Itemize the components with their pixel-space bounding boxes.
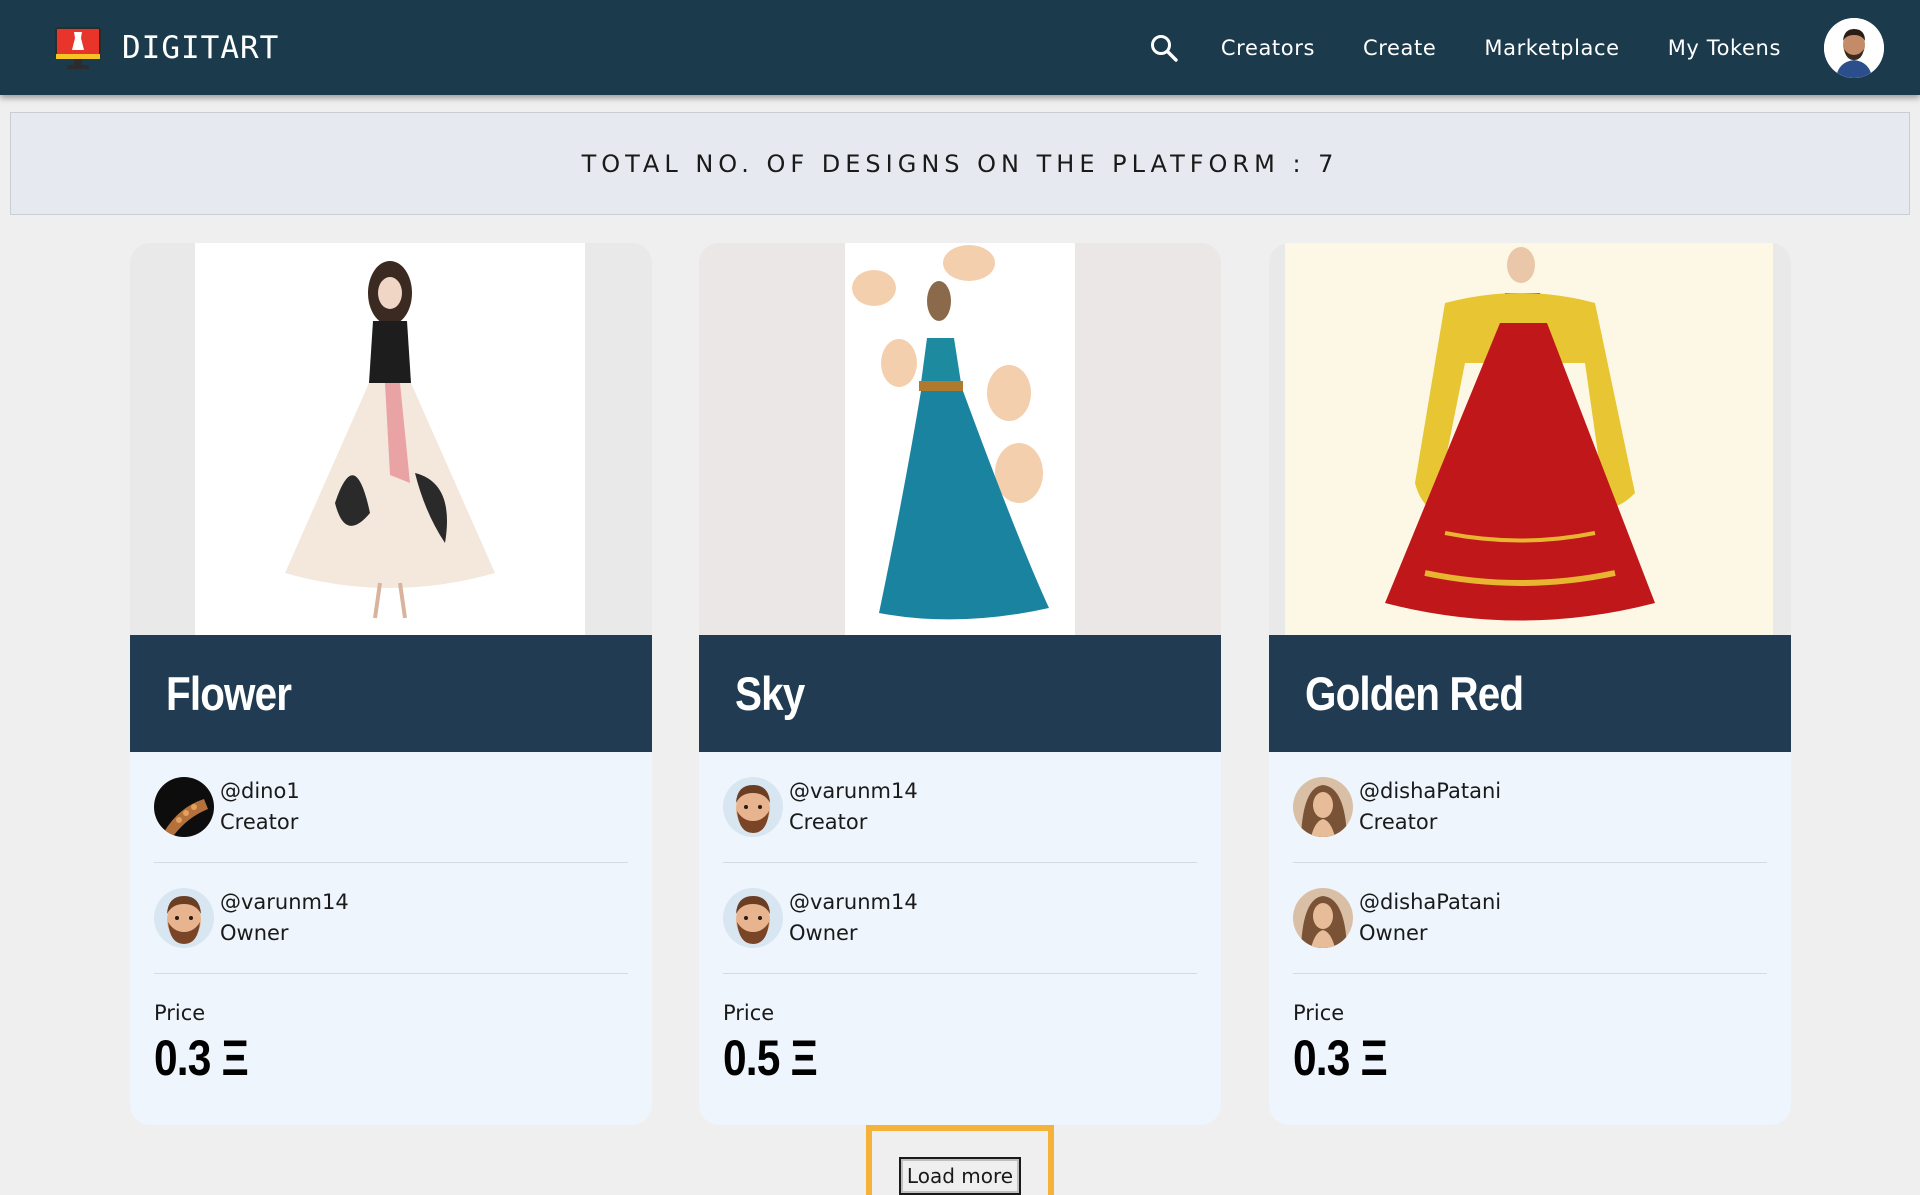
creator-avatar[interactable] (723, 777, 783, 837)
design-image[interactable] (699, 243, 1221, 635)
nav-link-my-tokens[interactable]: My Tokens (1668, 36, 1781, 60)
nav-link-marketplace[interactable]: Marketplace (1484, 36, 1619, 60)
creator-row[interactable]: @varunm14 Creator (723, 752, 1197, 863)
design-image[interactable] (1269, 243, 1791, 635)
owner-handle[interactable]: @dishaPatani (1359, 887, 1501, 918)
price-value: 0.3 Ξ (154, 1030, 249, 1086)
search-icon[interactable] (1149, 33, 1179, 63)
price-label: Price (1293, 1001, 1345, 1025)
price-value: 0.5 Ξ (723, 1030, 818, 1086)
owner-role-label: Owner (220, 921, 289, 945)
creator-handle[interactable]: @dino1 (220, 776, 300, 807)
brand-name: DIGITART (122, 30, 280, 66)
owner-role-label: Owner (1359, 921, 1428, 945)
design-card[interactable]: Flower @dino1 Creator @varunm14 Owner Pr… (130, 243, 652, 1125)
load-more-highlight: Load more (866, 1125, 1054, 1195)
price-value: 0.3 Ξ (1293, 1030, 1388, 1086)
card-title: Sky (735, 667, 805, 720)
creator-row[interactable]: @dishaPatani Creator (1293, 752, 1767, 863)
owner-role-label: Owner (789, 921, 858, 945)
design-card[interactable]: Golden Red @dishaPatani Creator @dishaPa… (1269, 243, 1791, 1125)
creator-avatar[interactable] (154, 777, 214, 837)
card-title-bar: Sky (699, 635, 1221, 752)
card-title-bar: Golden Red (1269, 635, 1791, 752)
creator-role-label: Creator (789, 810, 868, 834)
owner-handle[interactable]: @varunm14 (789, 887, 918, 918)
owner-row[interactable]: @varunm14 Owner (154, 863, 628, 974)
owner-row[interactable]: @dishaPatani Owner (1293, 863, 1767, 974)
card-title-bar: Flower (130, 635, 652, 752)
design-card[interactable]: Sky @varunm14 Creator @varunm14 Owner Pr… (699, 243, 1221, 1125)
owner-handle[interactable]: @varunm14 (220, 887, 349, 918)
designs-count-text: TOTAL NO. OF DESIGNS ON THE PLATFORM : 7 (581, 149, 1339, 178)
creator-row[interactable]: @dino1 Creator (154, 752, 628, 863)
card-title: Flower (166, 667, 292, 720)
monitor-dress-logo-icon (54, 24, 102, 72)
creator-handle[interactable]: @dishaPatani (1359, 776, 1501, 807)
owner-avatar[interactable] (723, 888, 783, 948)
designs-count-banner: TOTAL NO. OF DESIGNS ON THE PLATFORM : 7 (10, 112, 1910, 215)
owner-row[interactable]: @varunm14 Owner (723, 863, 1197, 974)
creator-avatar[interactable] (1293, 777, 1353, 837)
creator-handle[interactable]: @varunm14 (789, 776, 918, 807)
design-image[interactable] (130, 243, 652, 635)
creator-role-label: Creator (1359, 810, 1438, 834)
owner-avatar[interactable] (1293, 888, 1353, 948)
creator-role-label: Creator (220, 810, 299, 834)
card-title: Golden Red (1305, 667, 1524, 720)
nav-link-creators[interactable]: Creators (1221, 36, 1315, 60)
owner-avatar[interactable] (154, 888, 214, 948)
price-label: Price (723, 1001, 775, 1025)
price-label: Price (154, 1001, 206, 1025)
load-more-button[interactable]: Load more (899, 1157, 1021, 1195)
navbar: DIGITART Creators Create Marketplace My … (0, 0, 1920, 95)
nav-link-create[interactable]: Create (1363, 36, 1436, 60)
brand[interactable]: DIGITART (54, 24, 279, 72)
user-avatar[interactable] (1824, 17, 1884, 78)
